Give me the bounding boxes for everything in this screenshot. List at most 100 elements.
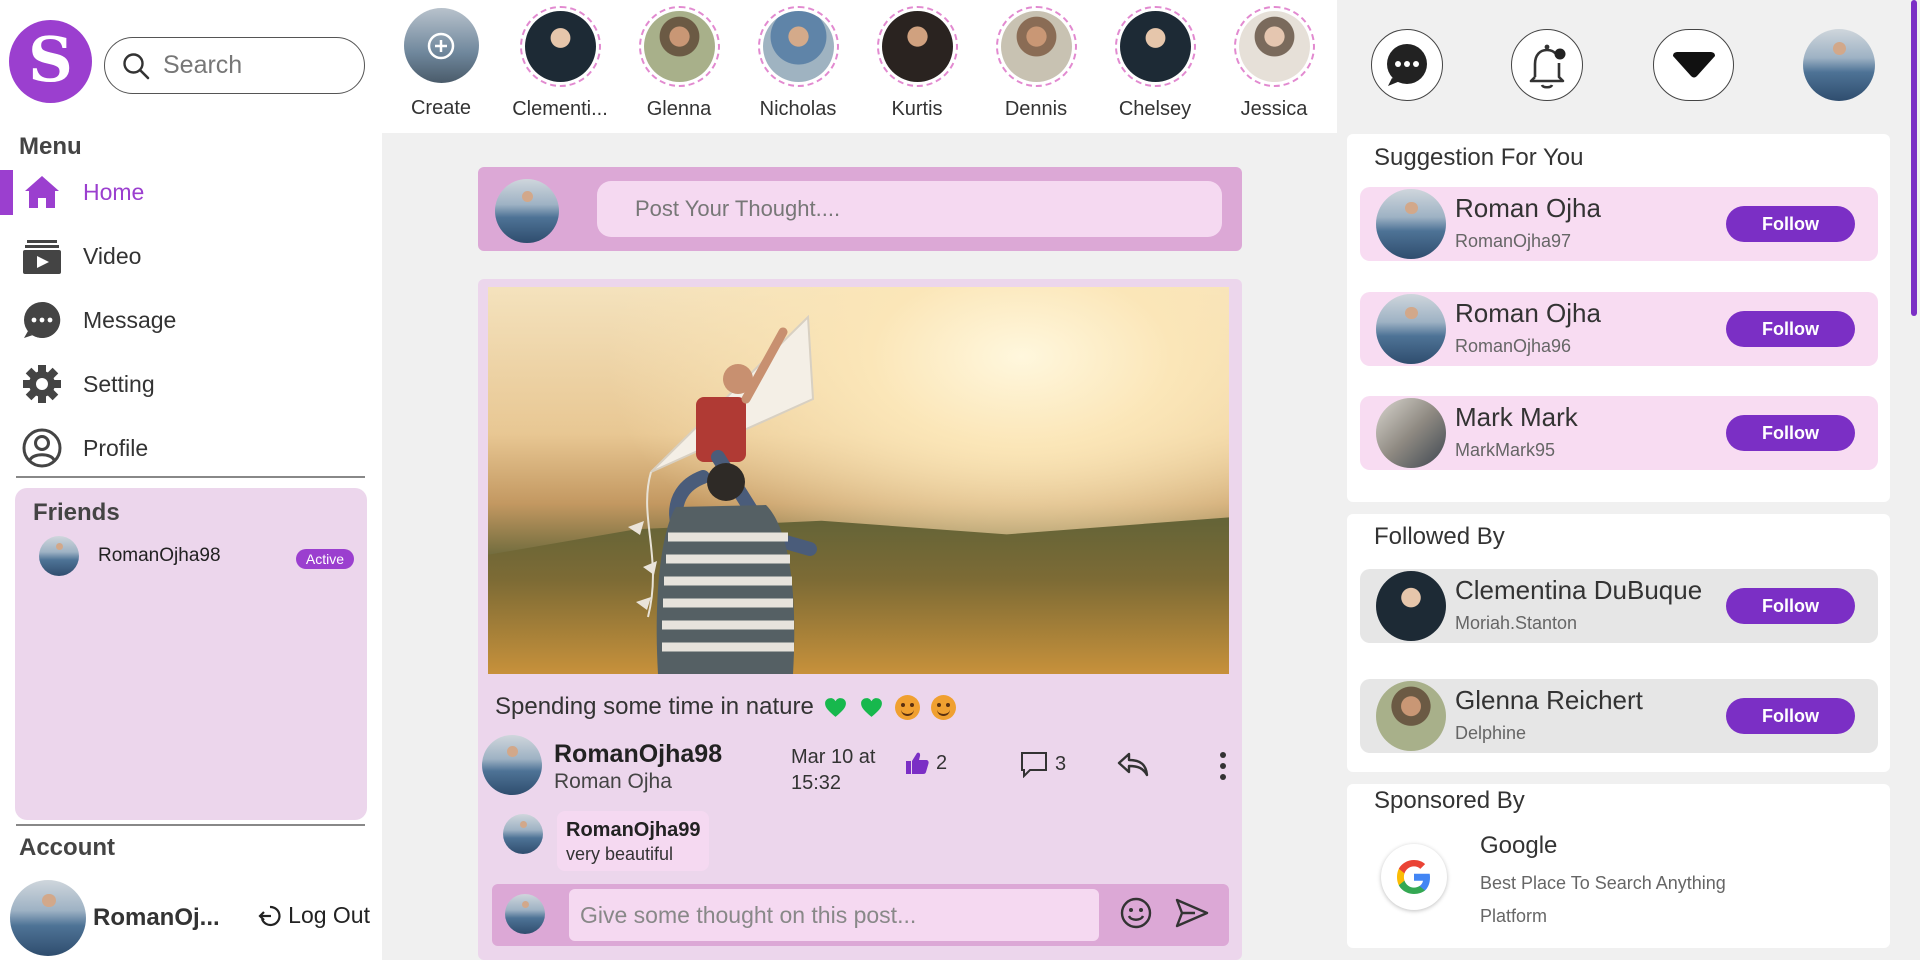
post-input[interactable] [597,181,1222,237]
story-item[interactable]: Kurtis [860,6,974,121]
avatar [1376,398,1446,468]
avatar[interactable] [482,735,542,795]
share-button[interactable] [1116,750,1150,778]
author-username[interactable]: RomanOjha98 [554,740,722,769]
nav-item-video[interactable]: Video [0,224,382,288]
avatar[interactable] [10,880,86,956]
post-meta: RomanOjha98 Roman Ojha Mar 10 at 15:32 2… [482,734,1238,798]
avatar [524,11,596,82]
suggestion-handle: MarkMark95 [1455,440,1556,460]
scrollbar[interactable] [1908,0,1920,960]
follow-button[interactable]: Follow [1726,311,1855,347]
messages-button[interactable] [1371,29,1443,101]
nav-item-home[interactable]: Home [0,160,382,224]
bell-icon [1529,44,1566,89]
emoji-icon [1120,897,1152,929]
suggestion-handle: RomanOjha97 [1455,231,1572,251]
follow-button[interactable]: Follow [1726,415,1855,451]
sponsor-logo[interactable] [1381,844,1447,910]
follower-item[interactable]: Glenna Reichert Delphine Follow [1360,679,1878,753]
story-item[interactable]: Jessica [1217,6,1331,121]
friend-name: RomanOjha98 [98,545,221,566]
dropdown-button[interactable] [1653,29,1734,101]
nav-item-label: Home [83,178,145,205]
friend-item[interactable]: RomanOjha98 Active [39,536,354,576]
more-options-button[interactable] [1218,750,1228,782]
account-row: RomanOj... Log Out [10,880,370,956]
comment-icon [1021,752,1047,778]
send-button[interactable] [1175,897,1209,934]
comment-username[interactable]: RomanOjha99 [566,819,700,842]
smiling-face-icon [930,694,956,720]
story-name: Chelsey [1118,98,1192,120]
suggestion-name: Roman Ojha [1455,298,1601,328]
avatar [505,894,545,934]
nav-item-profile[interactable]: Profile [0,416,382,480]
follow-button[interactable]: Follow [1726,698,1855,734]
avatar [495,179,559,243]
avatar[interactable] [503,814,543,854]
avatar [1376,294,1446,364]
story-item[interactable]: Glenna [622,6,736,121]
comment-input[interactable] [569,889,1099,941]
follower-name: Glenna Reichert [1455,685,1643,715]
follow-button[interactable]: Follow [1726,588,1855,624]
search-box[interactable] [104,37,365,94]
account-name[interactable]: RomanOj... [93,904,220,932]
notifications-button[interactable] [1511,29,1583,101]
green-heart-icon [860,697,882,717]
create-story-button[interactable]: Create [384,8,498,120]
logout-button[interactable]: Log Out [258,902,370,929]
sponsor-name[interactable]: Google [1480,832,1557,860]
suggestion-item[interactable]: Mark Mark MarkMark95 Follow [1360,396,1878,470]
story-item[interactable]: Chelsey [1098,6,1212,121]
app-logo[interactable]: S [9,20,92,103]
story-item[interactable]: Nicholas [741,6,855,121]
followed-by-panel: Followed By Clementina DuBuque Moriah.St… [1347,514,1890,772]
suggestion-handle: RomanOjha96 [1455,336,1572,356]
thumbs-up-icon [906,752,929,774]
suggestions-title: Suggestion For You [1374,144,1584,171]
profile-avatar-button[interactable] [1803,29,1875,101]
scrollbar-thumb[interactable] [1911,0,1917,316]
story-item[interactable]: Dennis [979,6,1093,121]
sponsor-description-line1: Best Place To Search Anything [1480,873,1726,893]
story-item[interactable]: Clementi... [503,6,617,121]
smiling-face-icon [894,694,920,720]
search-input[interactable] [163,51,343,80]
suggestion-name: Mark Mark [1455,402,1578,432]
story-name: Nicholas [759,98,837,120]
plus-circle-icon [427,32,455,59]
chevron-down-icon [1672,52,1715,78]
comment-text: very beautiful [566,844,674,864]
account-title: Account [19,834,115,861]
post-image[interactable] [488,287,1229,674]
nav-item-setting[interactable]: Setting [0,352,382,416]
sponsored-title: Sponsored By [1374,787,1525,814]
post-date: Mar 10 at 15:32 [791,746,876,794]
avatar [39,536,79,576]
caption-emojis [823,694,956,720]
share-icon [1117,752,1149,777]
menu-title: Menu [19,133,82,160]
suggestion-item[interactable]: Roman Ojha RomanOjha97 Follow [1360,187,1878,261]
like-count: 2 [936,751,948,774]
avatar [403,8,479,83]
nav-item-message[interactable]: Message [0,288,382,352]
status-badge: Active [295,549,354,569]
comment-count: 3 [1055,752,1067,775]
avatar [643,11,715,82]
follower-handle: Delphine [1455,723,1527,743]
story-name: Dennis [1004,98,1068,120]
follower-item[interactable]: Clementina DuBuque Moriah.Stanton Follow [1360,569,1878,643]
comment-item: RomanOjha99 very beautiful [503,811,710,871]
suggestion-item[interactable]: Roman Ojha RomanOjha96 Follow [1360,292,1878,366]
follow-button[interactable]: Follow [1726,206,1855,242]
friends-title: Friends [33,499,120,526]
reply-bar [492,884,1229,946]
emoji-button[interactable] [1119,896,1153,935]
story-name: Clementi... [512,98,608,120]
comment-button[interactable]: 3 [1019,750,1066,778]
like-button[interactable]: 2 [904,750,947,776]
chat-icon [1387,44,1427,86]
